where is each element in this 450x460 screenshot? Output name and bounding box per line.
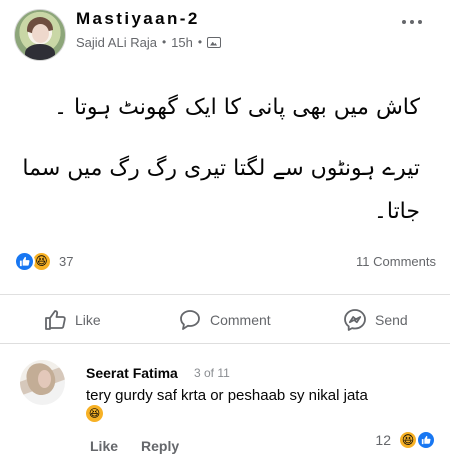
messenger-icon	[344, 309, 366, 331]
avatar-face	[32, 24, 49, 43]
comment-text: tery gurdy saf krta or peshaab sy nikal …	[86, 387, 368, 404]
comment-button[interactable]: Comment	[178, 308, 271, 332]
comment-reply-button[interactable]: Reply	[141, 438, 179, 454]
comment-label: Comment	[210, 312, 271, 328]
commenter-avatar-face	[38, 370, 51, 388]
post-text-line-2: تیرے ہونٹوں سے لگتا تیری رگ رگ میں سما	[22, 156, 420, 181]
more-horizontal-icon	[402, 20, 406, 24]
group-avatar[interactable]	[14, 9, 66, 61]
like-label: Like	[75, 312, 101, 328]
reaction-count[interactable]: 37	[59, 254, 73, 269]
comment-bubble-icon	[180, 310, 200, 330]
meta-separator-2: •	[197, 35, 203, 49]
more-options-button[interactable]	[400, 11, 428, 31]
send-button[interactable]: Send	[343, 308, 408, 332]
post-time[interactable]: 15h	[171, 35, 193, 50]
thumb-up-icon	[45, 310, 66, 330]
comment-like-button[interactable]: Like	[90, 438, 118, 454]
photo-privacy-icon	[207, 36, 222, 48]
comment-author[interactable]: Seerat Fatima	[86, 365, 178, 381]
meta-separator-1: •	[161, 35, 167, 49]
comment: Seerat Fatima 3 of 11 tery gurdy saf krt…	[14, 360, 436, 454]
laughing-emoji-icon: 😆	[86, 405, 103, 422]
comment-reactions[interactable]: 12 😆	[375, 430, 436, 450]
like-button[interactable]: Like	[43, 308, 101, 332]
haha-reaction-icon: 😆	[398, 430, 418, 450]
comment-count[interactable]: 11 Comments	[356, 254, 436, 269]
comment-reaction-count: 12	[375, 432, 391, 448]
like-reaction-icon	[416, 430, 436, 450]
commenter-avatar[interactable]	[20, 360, 65, 405]
group-name[interactable]: Mastiyaan-2	[76, 9, 200, 29]
send-label: Send	[375, 312, 408, 328]
post-reactions[interactable]: 😆 37	[14, 249, 73, 273]
post-meta: Sajid ALi Raja • 15h •	[76, 32, 222, 52]
post-header: Mastiyaan-2 Sajid ALi Raja • 15h •	[0, 0, 450, 62]
post-author[interactable]: Sajid ALi Raja	[76, 35, 157, 50]
post-text-line-3: جاتا۔	[373, 199, 420, 224]
comment-index: 3 of 11	[194, 366, 230, 380]
like-reaction-icon	[14, 250, 35, 272]
post-action-bar: Like Comment Send	[0, 294, 450, 344]
post-text-line-1: کاش میں بھی پانی کا ایک گھونٹ ہوتا ۔	[54, 95, 420, 120]
avatar-shirt	[25, 44, 55, 60]
